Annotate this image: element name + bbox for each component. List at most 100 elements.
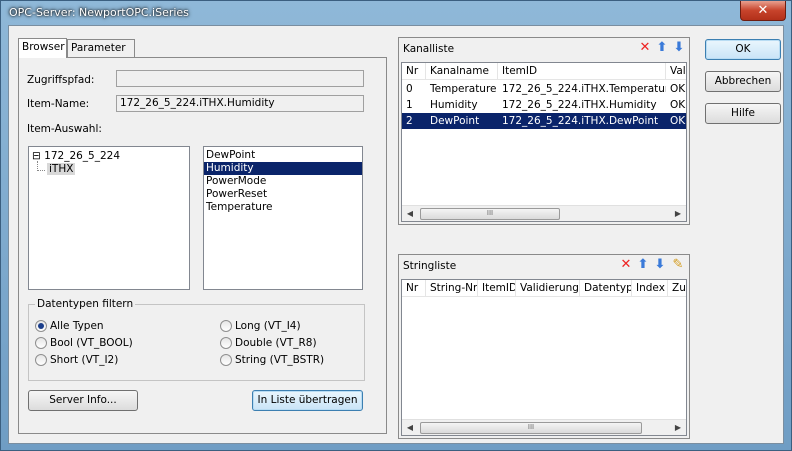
ok-button[interactable]: OK	[705, 39, 781, 60]
scroll-left-icon[interactable]: ◀	[402, 420, 418, 435]
horizontal-scrollbar[interactable]: ◀ III ▶	[402, 205, 686, 221]
cell-kanalname: Humidity	[430, 99, 478, 111]
arrow-up-icon[interactable]: ⬆	[655, 41, 669, 55]
list-item[interactable]: DewPoint	[204, 149, 362, 162]
cell-nr: 0	[406, 83, 413, 95]
radio-label: Bool (VT_BOOL)	[50, 337, 133, 349]
zugriffspfad-field[interactable]	[116, 70, 364, 87]
column-header[interactable]: Index	[632, 280, 668, 297]
tree-connector	[37, 170, 45, 171]
scroll-right-icon[interactable]: ▶	[670, 420, 686, 435]
transfer-to-list-button[interactable]: In Liste übertragen	[252, 390, 363, 411]
stringliste-title: Stringliste	[403, 260, 457, 272]
table-row[interactable]: 0 Temperature 172_26_5_224.iTHX.Temperat…	[402, 81, 686, 97]
item-name-label: Item-Name:	[27, 98, 90, 110]
delete-icon[interactable]: ✕	[619, 258, 633, 272]
cell-itemid: 172_26_5_224.iTHX.DewPoint	[502, 115, 659, 127]
item-name-field[interactable]: 172_26_5_224.iTHX.Humidity	[116, 95, 364, 112]
column-header[interactable]: Vali	[666, 63, 686, 80]
tab-browser[interactable]: Browser	[18, 38, 67, 58]
group-title: Datentypen filtern	[35, 298, 136, 310]
list-item[interactable]: PowerMode	[204, 175, 362, 188]
cell-itemid: 172_26_5_224.iTHX.Temperature	[502, 83, 666, 95]
table-row[interactable]: 1 Humidity 172_26_5_224.iTHX.Humidity OK	[402, 97, 686, 113]
arrow-down-icon[interactable]: ⬇	[653, 258, 667, 272]
radio-button[interactable]	[35, 320, 47, 332]
edit-icon[interactable]: ✎	[671, 258, 685, 272]
list-item[interactable]: Temperature	[204, 201, 362, 214]
list-item[interactable]: PowerReset	[204, 188, 362, 201]
kanalliste-header: Kanalliste ✕ ⬆ ⬇	[399, 38, 689, 60]
zugriffspfad-label: Zugriffspfad:	[27, 74, 95, 86]
scroll-thumb[interactable]: III	[420, 422, 642, 434]
kanalliste-title: Kanalliste	[403, 43, 455, 55]
server-info-button[interactable]: Server Info...	[28, 390, 138, 411]
radio-label: Double (VT_R8)	[235, 337, 317, 349]
cancel-button[interactable]: Abbrechen	[705, 71, 781, 92]
column-header[interactable]: String-Nr.	[426, 280, 478, 297]
horizontal-scrollbar[interactable]: ◀ III ▶	[402, 419, 686, 435]
scroll-left-icon[interactable]: ◀	[402, 206, 418, 221]
column-header[interactable]: Kanalname	[426, 63, 498, 80]
radio-short[interactable]: Short (VT_I2)	[35, 354, 118, 366]
cell-kanalname: Temperature	[430, 83, 497, 95]
radio-bool[interactable]: Bool (VT_BOOL)	[35, 337, 133, 349]
column-header[interactable]: Nr	[402, 63, 426, 80]
cell-kanalname: DewPoint	[430, 115, 480, 127]
radio-double[interactable]: Double (VT_R8)	[220, 337, 317, 349]
column-header[interactable]: Nr	[402, 280, 426, 297]
cell-nr: 1	[406, 99, 413, 111]
radio-button[interactable]	[220, 337, 232, 349]
title-bar[interactable]: OPC-Server: NewportOPC.iSeries ✕	[1, 1, 791, 25]
kanalliste-panel: Kanalliste ✕ ⬆ ⬇ Nr Kanalname ItemID Val…	[398, 37, 690, 225]
tree-node-root[interactable]: ⊟ 172_26_5_224	[32, 150, 120, 162]
radio-button[interactable]	[220, 354, 232, 366]
radio-label: Alle Typen	[50, 320, 104, 332]
list-item[interactable]: Humidity	[204, 162, 362, 175]
arrow-down-icon[interactable]: ⬇	[672, 41, 686, 55]
scroll-right-icon[interactable]: ▶	[670, 206, 686, 221]
cell-vali: OK	[670, 83, 686, 95]
radio-button[interactable]	[35, 337, 47, 349]
column-header[interactable]: Validierung	[516, 280, 580, 297]
window-title: OPC-Server: NewportOPC.iSeries	[9, 6, 189, 19]
table-header: Nr String-Nr. ItemID Validierung Datenty…	[402, 280, 686, 297]
column-header[interactable]: ItemID	[478, 280, 516, 297]
radio-long[interactable]: Long (VT_I4)	[220, 320, 301, 332]
cell-vali: OK	[670, 99, 686, 111]
table-header: Nr Kanalname ItemID Vali	[402, 63, 686, 80]
tree-node-label: 172_26_5_224	[44, 150, 121, 162]
radio-label: Long (VT_I4)	[235, 320, 301, 332]
tab-parameter[interactable]: Parameter	[67, 39, 135, 57]
browser-tab-panel: Zugriffspfad: Item-Name: 172_26_5_224.iT…	[18, 57, 387, 434]
dialog-client: Browser Parameter Zugriffspfad: Item-Nam…	[8, 25, 784, 444]
radio-alle-typen[interactable]: Alle Typen	[35, 320, 104, 332]
cell-nr: 2	[406, 115, 413, 127]
cell-itemid: 172_26_5_224.iTHX.Humidity	[502, 99, 657, 111]
radio-button[interactable]	[220, 320, 232, 332]
column-header[interactable]: ItemID	[498, 63, 666, 80]
delete-icon[interactable]: ✕	[638, 41, 652, 55]
kanalliste-table[interactable]: Nr Kanalname ItemID Vali 0 Temperature 1…	[401, 62, 687, 222]
item-tree[interactable]: ⊟ 172_26_5_224 iTHX	[28, 146, 190, 290]
radio-label: Short (VT_I2)	[50, 354, 119, 366]
column-header[interactable]: Zu	[668, 280, 686, 297]
scroll-thumb[interactable]: III	[420, 208, 560, 220]
table-row-selected[interactable]: 2 DewPoint 172_26_5_224.iTHX.DewPoint OK	[402, 113, 686, 129]
close-button[interactable]: ✕	[740, 1, 786, 21]
arrow-up-icon[interactable]: ⬆	[636, 258, 650, 272]
datatype-filter-group: Datentypen filtern Alle Typen Bool (VT_B…	[28, 298, 365, 381]
item-list[interactable]: DewPoint Humidity PowerMode PowerReset T…	[203, 146, 363, 290]
cell-vali: OK	[670, 115, 686, 127]
radio-button[interactable]	[35, 354, 47, 366]
stringliste-panel: Stringliste ✕ ⬆ ⬇ ✎ Nr String-Nr. ItemID…	[398, 254, 690, 439]
tree-node-ithx[interactable]: iTHX	[47, 163, 76, 175]
stringliste-table[interactable]: Nr String-Nr. ItemID Validierung Datenty…	[401, 279, 687, 436]
dialog-window: OPC-Server: NewportOPC.iSeries ✕ Browser…	[0, 0, 792, 451]
item-auswahl-label: Item-Auswahl:	[27, 123, 102, 135]
radio-label: String (VT_BSTR)	[235, 354, 325, 366]
stringliste-header: Stringliste ✕ ⬆ ⬇ ✎	[399, 255, 689, 277]
radio-string[interactable]: String (VT_BSTR)	[220, 354, 324, 366]
help-button[interactable]: Hilfe	[705, 103, 781, 124]
column-header[interactable]: Datentyp	[580, 280, 632, 297]
